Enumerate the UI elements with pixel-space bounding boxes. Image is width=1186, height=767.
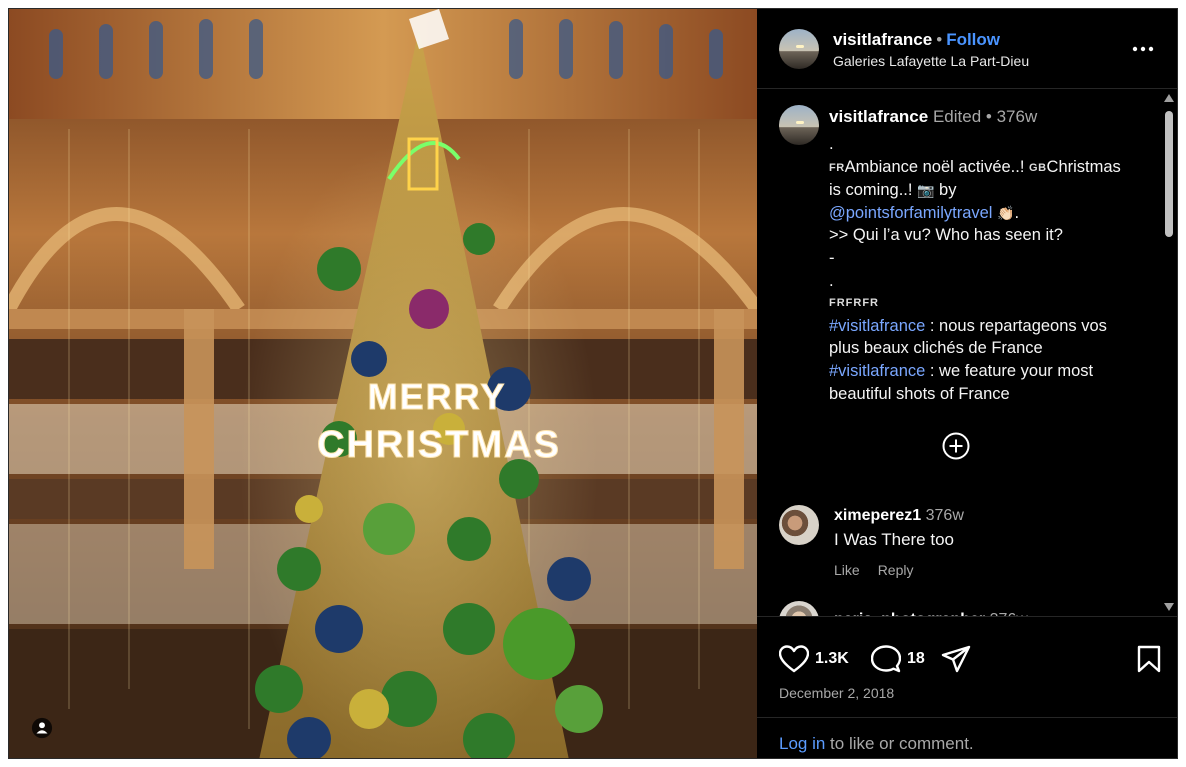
hashtag-link[interactable]: #visitlafrance bbox=[829, 317, 925, 335]
caption-line: is coming..! 📷 by bbox=[829, 181, 957, 200]
post-side-panel: visitlafrance • Follow Galeries Lafayette … bbox=[757, 9, 1177, 758]
separator-dot: • bbox=[936, 30, 943, 49]
comment-age[interactable]: 376w bbox=[926, 507, 964, 524]
author-username[interactable]: visitlafrance bbox=[833, 30, 932, 49]
post-header: visitlafrance • Follow Galeries Lafayette … bbox=[757, 9, 1177, 89]
comment-like-button[interactable]: Like bbox=[834, 562, 860, 578]
login-link[interactable]: Log in bbox=[779, 734, 825, 753]
author-avatar[interactable] bbox=[779, 29, 819, 69]
comment-bubble-icon bbox=[871, 645, 901, 673]
commenter-username[interactable]: ximeperez1 bbox=[834, 507, 921, 524]
comment-text: I Was There too bbox=[834, 530, 954, 549]
caption-line: beautiful shots of France bbox=[829, 384, 1010, 403]
save-button[interactable] bbox=[1137, 645, 1161, 673]
header-user-row: visitlafrance • Follow bbox=[833, 30, 1000, 50]
post-location[interactable]: Galeries Lafayette La Part-Dieu bbox=[833, 53, 1029, 69]
sign-merry-text: MERRY bbox=[368, 376, 507, 417]
caption-line: #visitlafrance : nous repartageons vos bbox=[829, 316, 1107, 335]
heart-icon bbox=[779, 645, 809, 673]
camera-emoji: 📷 bbox=[917, 182, 935, 199]
follow-button[interactable]: Follow bbox=[946, 30, 1000, 49]
comment-button[interactable]: 18 bbox=[871, 645, 925, 673]
caption-line: #visitlafrance : we feature your most bbox=[829, 361, 1094, 380]
commenter-avatar[interactable] bbox=[779, 505, 819, 545]
post-date[interactable]: December 2, 2018 bbox=[779, 685, 894, 701]
login-prompt: Log in to like or comment. bbox=[757, 717, 1177, 758]
caption-age[interactable]: 376w bbox=[997, 107, 1038, 126]
comments-scrollbar[interactable] bbox=[1159, 89, 1177, 616]
mention-link[interactable]: @pointsforfamilytravel bbox=[829, 204, 992, 222]
scroll-down-arrow-icon[interactable] bbox=[1163, 602, 1175, 612]
comment-count[interactable]: 18 bbox=[907, 650, 925, 668]
caption-username[interactable]: visitlafrance bbox=[829, 107, 928, 126]
comments-area[interactable]: visitlafrance Edited • 376w . FRAmbiance… bbox=[757, 89, 1177, 616]
user-tag-icon[interactable] bbox=[31, 717, 53, 739]
clap-emoji: 👏🏻 bbox=[997, 204, 1015, 221]
caption-flags: FRFRFR bbox=[829, 297, 879, 310]
christmas-tree-photo: MERRY CHRISTMAS bbox=[9, 9, 757, 758]
like-button[interactable]: 1.3K bbox=[779, 645, 849, 673]
post-modal: MERRY CHRISTMAS visitlafrance • Follow Gal… bbox=[8, 8, 1178, 759]
login-text: to like or comment. bbox=[825, 734, 974, 753]
post-actions: 1.3K 18 December 2, 2018 Log in to like … bbox=[757, 616, 1177, 758]
paper-plane-icon bbox=[941, 645, 971, 673]
gb-flag: GB bbox=[1029, 161, 1047, 174]
caption-line: FRAmbiance noël activée..! GBChristmas bbox=[829, 157, 1121, 176]
caption-avatar[interactable] bbox=[779, 105, 819, 145]
caption-text: . FRAmbiance noël activée..! GBChristmas… bbox=[829, 133, 1149, 405]
caption-separator: • bbox=[985, 107, 992, 126]
comment-reply-button[interactable]: Reply bbox=[878, 562, 914, 578]
caption-line: >> Qui l’a vu? Who has seen it? bbox=[829, 226, 1063, 245]
like-count[interactable]: 1.3K bbox=[815, 650, 849, 668]
bookmark-icon bbox=[1137, 645, 1161, 673]
caption-line: . bbox=[829, 135, 834, 153]
scroll-thumb[interactable] bbox=[1165, 111, 1173, 237]
commenter-avatar[interactable] bbox=[779, 601, 819, 616]
caption-line: plus beaux clichés de France bbox=[829, 339, 1043, 358]
comment-actions: Like Reply bbox=[834, 562, 931, 578]
caption-line: . bbox=[829, 271, 834, 290]
hashtag-link[interactable]: #visitlafrance bbox=[829, 362, 925, 380]
post-photo[interactable]: MERRY CHRISTMAS bbox=[9, 9, 757, 758]
caption-header: visitlafrance Edited • 376w bbox=[829, 107, 1037, 127]
fr-flag: FR bbox=[829, 161, 845, 174]
caption-line: @pointsforfamilytravel 👏🏻. bbox=[829, 203, 1020, 222]
edited-label: Edited bbox=[932, 107, 982, 126]
comment-header: ximeperez1 376w bbox=[834, 507, 964, 525]
sign-christmas-text: CHRISTMAS bbox=[317, 424, 561, 466]
more-horizontal-icon[interactable] bbox=[1131, 39, 1155, 59]
share-button[interactable] bbox=[941, 645, 971, 673]
plus-circle-icon[interactable] bbox=[942, 432, 970, 460]
caption-line: - bbox=[829, 248, 835, 267]
scroll-up-arrow-icon[interactable] bbox=[1163, 93, 1175, 103]
